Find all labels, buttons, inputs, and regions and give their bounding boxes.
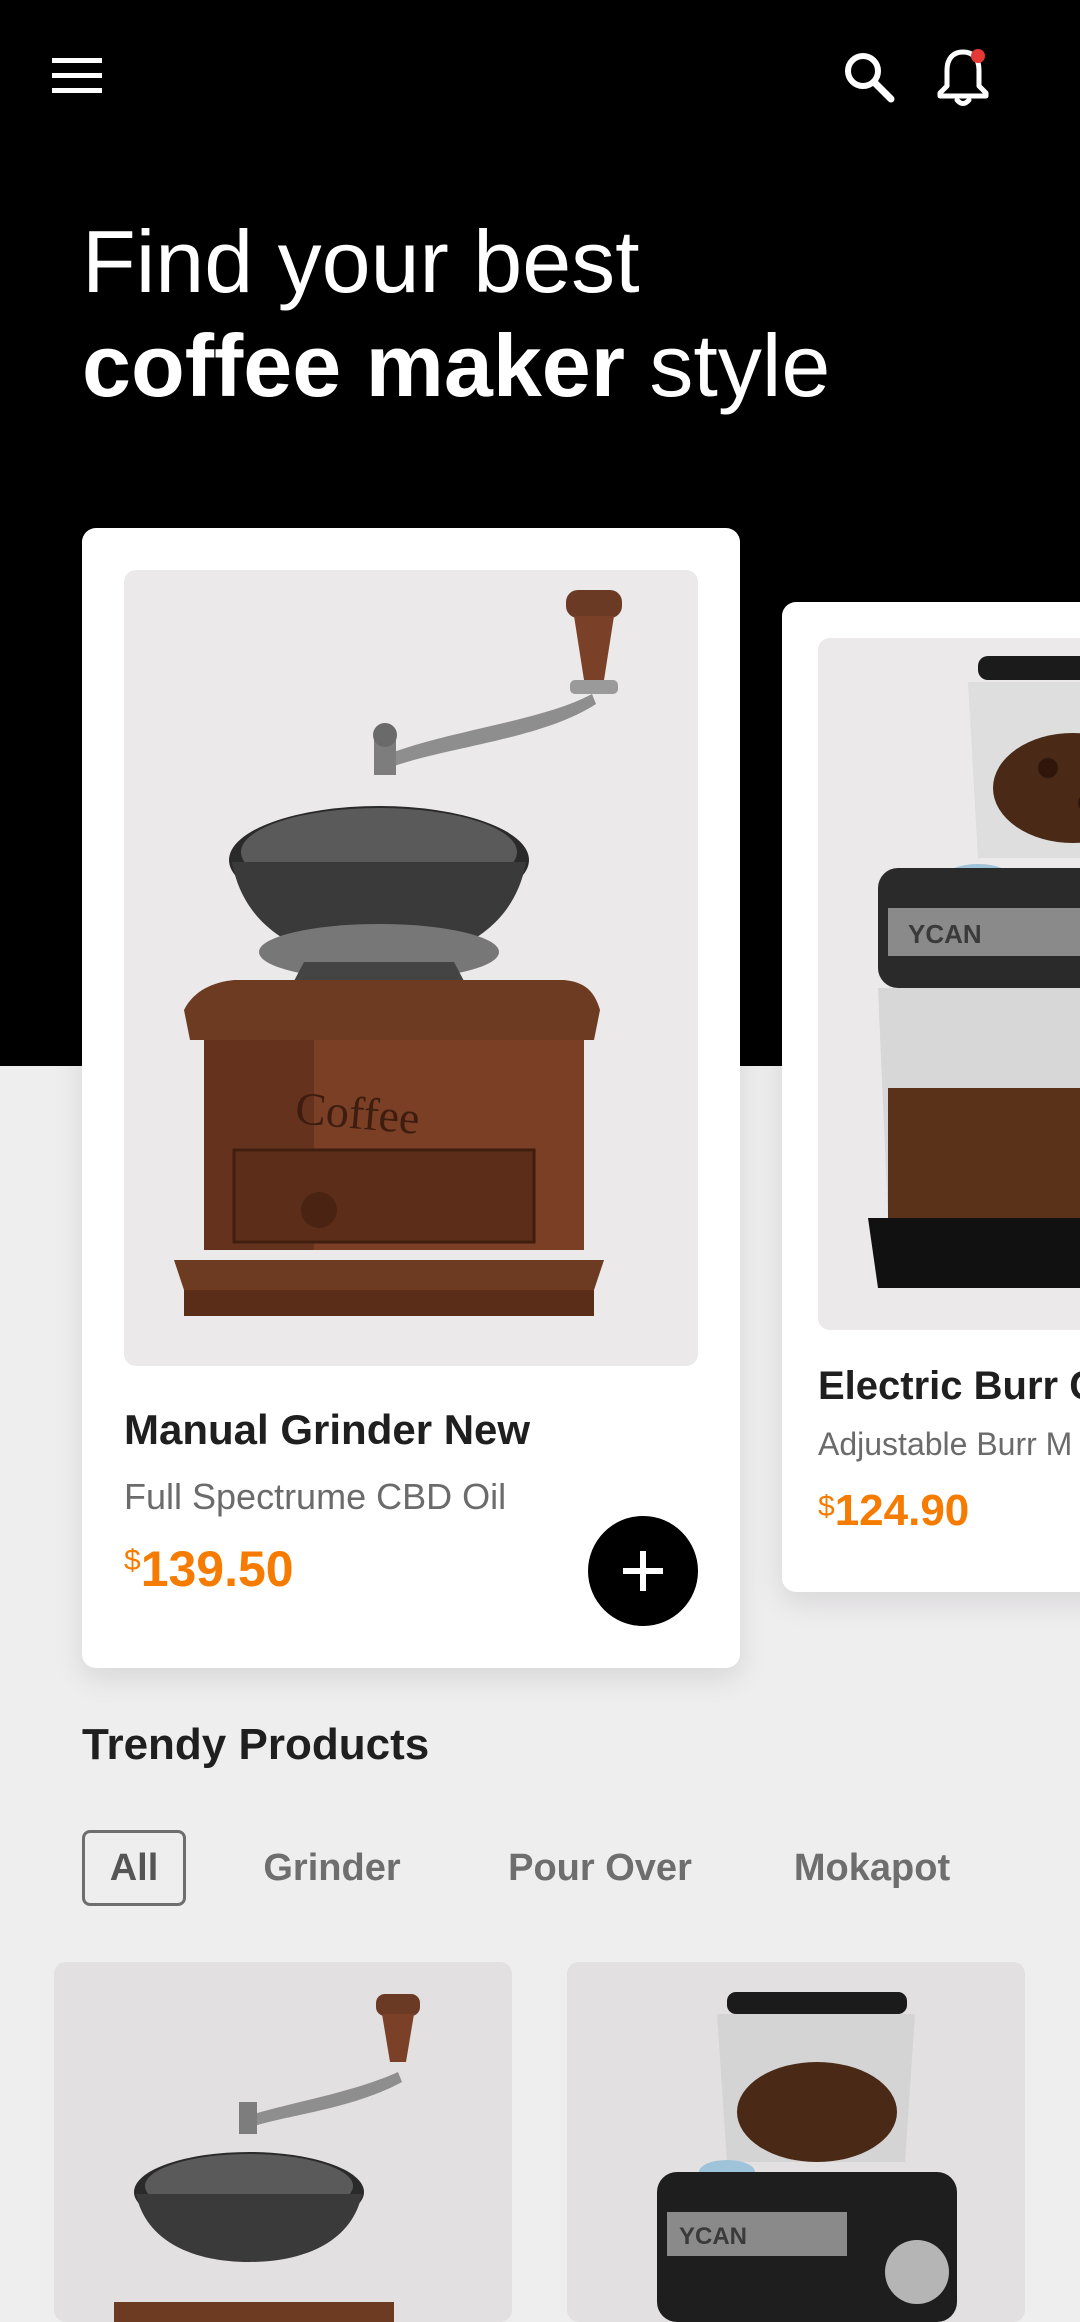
product-image-manual-grinder — [114, 1994, 420, 2322]
product-price: $124.90 — [818, 1486, 969, 1536]
menu-icon — [52, 58, 102, 93]
plus-icon — [623, 1551, 663, 1591]
search-icon — [845, 53, 895, 103]
menu-button[interactable] — [44, 46, 110, 106]
featured-product-card[interactable]: YCAN Electric Burr Co Adjustable Burr M … — [782, 602, 1080, 1592]
top-bar — [0, 0, 1080, 150]
svg-text:Coffee: Coffee — [293, 1082, 421, 1144]
headline-line-1: Find your best — [82, 212, 640, 311]
product-title: Manual Grinder New — [124, 1406, 531, 1453]
section-title: Trendy Products — [82, 1720, 430, 1769]
add-to-cart-button[interactable] — [588, 1516, 698, 1626]
headline-emphasis: coffee maker — [82, 316, 625, 415]
product-grid-card[interactable]: YCAN — [567, 1962, 1025, 2322]
notifications-button[interactable] — [930, 44, 996, 110]
bell-icon — [937, 49, 989, 106]
product-subtitle: Adjustable Burr M — [818, 1426, 1073, 1462]
product-title: Electric Burr Co — [818, 1364, 1080, 1408]
svg-text:YCAN: YCAN — [908, 919, 982, 949]
svg-text:YCAN: YCAN — [679, 2223, 747, 2250]
price-currency: $ — [124, 1544, 141, 1577]
notification-dot — [971, 49, 985, 63]
category-chip-all[interactable]: All — [82, 1830, 186, 1906]
category-chip-mokapot[interactable]: Mokapot — [782, 1830, 962, 1906]
page-headline: Find your best coffee maker style — [82, 210, 830, 418]
featured-product-card[interactable]: Coffee Manual Grinder New Full Spectrume… — [82, 528, 740, 1668]
product-subtitle: Full Spectrume CBD Oil — [124, 1476, 507, 1517]
product-image-electric-burr: YCAN — [818, 638, 1080, 1330]
product-grid-card[interactable] — [54, 1962, 512, 2322]
headline-rest: style — [624, 316, 831, 415]
price-value: 124.90 — [834, 1486, 970, 1535]
price-currency: $ — [818, 1490, 835, 1523]
product-image-manual-grinder: Coffee — [124, 570, 698, 1366]
product-image-electric-burr: YCAN — [657, 1992, 957, 2322]
price-value: 139.50 — [140, 1541, 294, 1597]
category-chip-pour-over[interactable]: Pour Over — [500, 1830, 700, 1906]
product-price: $139.50 — [124, 1540, 294, 1598]
search-button[interactable] — [836, 44, 902, 110]
category-chip-grinder[interactable]: Grinder — [252, 1830, 412, 1906]
